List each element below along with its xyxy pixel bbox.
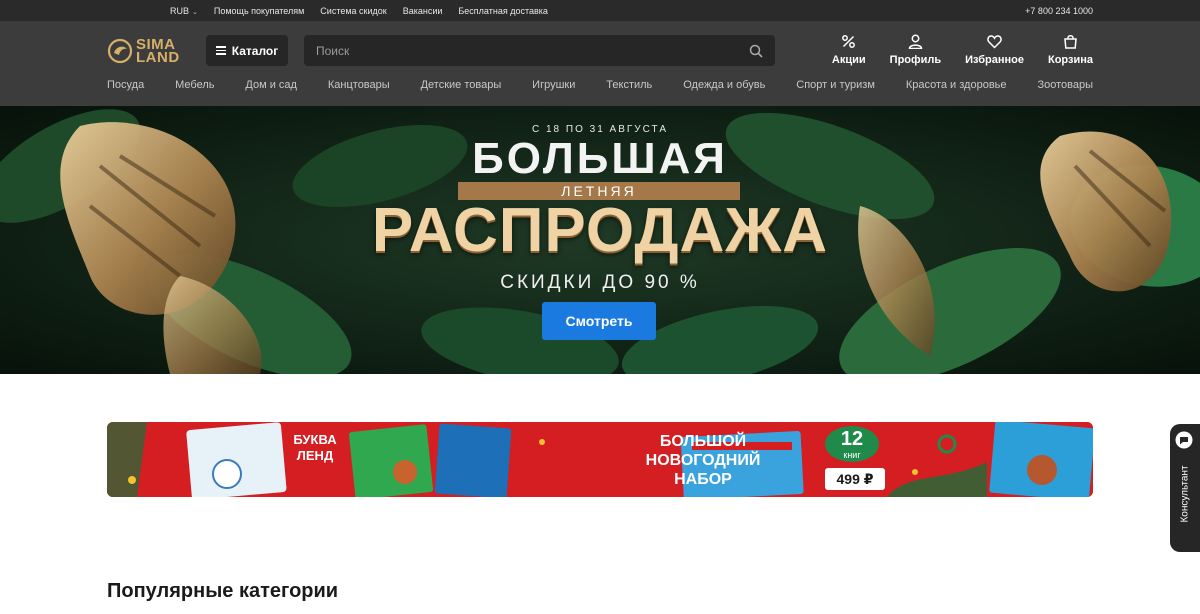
nav-item-textile[interactable]: Текстиль — [606, 79, 652, 97]
promo-bukva-label: БУКВА ЛЕНД — [287, 432, 343, 464]
promo-line1: БОЛЬШОЙ — [659, 433, 747, 450]
consultant-tab[interactable]: Консультант — [1170, 424, 1200, 552]
profile-label: Профиль — [889, 54, 942, 66]
chevron-down-icon: ⌄ — [192, 8, 198, 16]
favorites-label: Избранное — [965, 54, 1024, 66]
promo-line2: НОВОГОДНИЙ — [645, 452, 761, 469]
bag-icon — [1064, 35, 1077, 49]
currency-selector[interactable]: RUB ⌄ — [170, 6, 198, 16]
header-actions: Акции Профиль Избранное Корзина — [808, 34, 1093, 70]
heart-icon — [987, 35, 1002, 49]
hero-subtitle: СКИДКИ ДО 90 % — [500, 272, 700, 293]
popular-categories-title: Популярные категории — [107, 580, 339, 602]
chat-icon — [1175, 431, 1193, 449]
books-unit: книг — [843, 450, 861, 460]
profile-button[interactable]: Профиль — [890, 34, 941, 66]
favorites-button[interactable]: Избранное — [965, 34, 1024, 66]
catalog-label: Каталог — [231, 43, 279, 58]
link-free-delivery[interactable]: Бесплатная доставка — [458, 6, 548, 16]
nav-item-stationery[interactable]: Канцтовары — [328, 79, 390, 97]
site-header: SIMA LAND Каталог Акции Профил — [0, 21, 1200, 106]
top-utility-bar: RUB ⌄ Помощь покупателям Система скидок В… — [0, 0, 1200, 21]
hero-view-button[interactable]: Смотреть — [542, 302, 656, 340]
search-input[interactable] — [316, 43, 749, 58]
promo-price: 499 ₽ — [825, 468, 885, 490]
catalog-button[interactable]: Каталог — [206, 35, 288, 66]
link-discounts[interactable]: Система скидок — [320, 6, 386, 16]
category-nav: Посуда Мебель Дом и сад Канцтовары Детск… — [107, 79, 1093, 97]
promo-bukva-line2: ЛЕНД — [296, 448, 334, 463]
promo-banner[interactable]: БУКВА ЛЕНД БОЛЬШОЙ НОВОГОДНИЙ НАБОР 12 к… — [107, 422, 1093, 497]
cart-label: Корзина — [1048, 54, 1093, 66]
link-vacancies[interactable]: Вакансии — [403, 6, 443, 16]
nav-item-pets[interactable]: Зоотовары — [1037, 79, 1093, 97]
percent-icon — [842, 35, 856, 48]
search-icon[interactable] — [749, 44, 763, 58]
nav-item-kids[interactable]: Детские товары — [421, 79, 502, 97]
cart-button[interactable]: Корзина — [1048, 34, 1093, 66]
promo-bukva-line1: БУКВА — [293, 432, 337, 447]
menu-icon — [215, 46, 226, 55]
phone-number[interactable]: +7 800 234 1000 — [1025, 6, 1093, 16]
promo-line3: НАБОР — [674, 471, 732, 488]
nav-item-beauty[interactable]: Красота и здоровье — [906, 79, 1007, 97]
search-bar — [304, 35, 775, 66]
promo-headline: БОЛЬШОЙ НОВОГОДНИЙ НАБОР — [623, 432, 783, 489]
nav-item-dishes[interactable]: Посуда — [107, 79, 144, 97]
promo-label: Акции — [831, 54, 866, 66]
hero-title-big: БОЛЬШАЯ — [472, 134, 728, 183]
user-icon — [908, 34, 923, 49]
nav-item-clothing[interactable]: Одежда и обувь — [683, 79, 765, 97]
logo-line2: LAND — [136, 49, 180, 66]
consultant-label: Консультант — [1179, 465, 1191, 523]
nav-item-sport[interactable]: Спорт и туризм — [796, 79, 875, 97]
books-count-badge: 12 книг — [825, 426, 879, 462]
promo-background — [107, 422, 1093, 497]
logo-mark-icon — [107, 38, 133, 64]
nav-item-home-garden[interactable]: Дом и сад — [245, 79, 297, 97]
nav-item-furniture[interactable]: Мебель — [175, 79, 214, 97]
hero-title-sale: РАСПРОДАЖА — [371, 196, 829, 265]
books-count: 12 — [840, 428, 864, 450]
top-links: RUB ⌄ Помощь покупателям Система скидок В… — [170, 0, 548, 21]
nav-item-toys[interactable]: Игрушки — [532, 79, 575, 97]
hero-banner[interactable]: С 18 ПО 31 АВГУСТА БОЛЬШАЯ ЛЕТНЯЯ РАСПРО… — [0, 106, 1200, 374]
link-help[interactable]: Помощь покупателям — [214, 6, 304, 16]
logo[interactable]: SIMA LAND — [107, 34, 187, 68]
promo-button[interactable]: Акции — [832, 34, 866, 66]
currency-label: RUB — [170, 5, 190, 16]
